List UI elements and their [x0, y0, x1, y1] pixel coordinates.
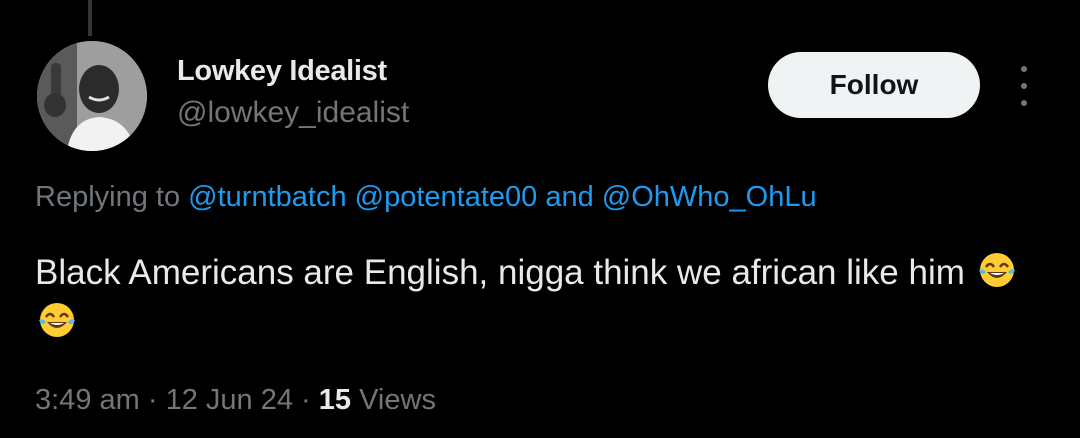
avatar[interactable]	[37, 41, 147, 151]
user-display-name[interactable]: Lowkey Idealist	[177, 55, 387, 88]
tweet-text: Black Americans are English, nigga think…	[35, 253, 965, 292]
face-with-tears-of-joy-emoji	[978, 253, 1015, 287]
more-dot	[1021, 100, 1027, 106]
replying-to-label: Replying to	[35, 181, 181, 213]
face-with-tears-of-joy-emoji	[39, 303, 75, 337]
more-dot	[1021, 83, 1027, 89]
more-vertical-icon[interactable]	[1009, 66, 1039, 106]
reply-conjunction: and	[545, 181, 594, 213]
meta-separator: ·	[301, 384, 311, 416]
tweet-time[interactable]: 3:49 am	[35, 384, 140, 416]
replying-to-line: Replying to @turntbatch @potentate00 and…	[35, 181, 817, 214]
views-label: Views	[359, 384, 436, 416]
views-count: 15	[318, 384, 352, 416]
meta-separator: ·	[147, 384, 158, 416]
user-handle[interactable]: @lowkey_idealist	[177, 96, 409, 130]
tweet-date[interactable]: 12 Jun 24	[166, 384, 293, 416]
avatar-photo	[37, 41, 147, 151]
mention-turntbatch[interactable]: @turntbatch	[188, 181, 346, 213]
thread-connector-line	[88, 0, 92, 36]
more-dot	[1021, 66, 1027, 72]
follow-button[interactable]: Follow	[768, 52, 980, 118]
tweet-body: Black Americans are English, nigga think…	[35, 248, 1055, 348]
mention-ohwho-ohlu[interactable]: @OhWho_OhLu	[602, 181, 817, 213]
mention-potentate00[interactable]: @potentate00	[355, 181, 538, 213]
tweet-meta: 3:49 am · 12 Jun 24 · 15 Views	[35, 384, 436, 417]
